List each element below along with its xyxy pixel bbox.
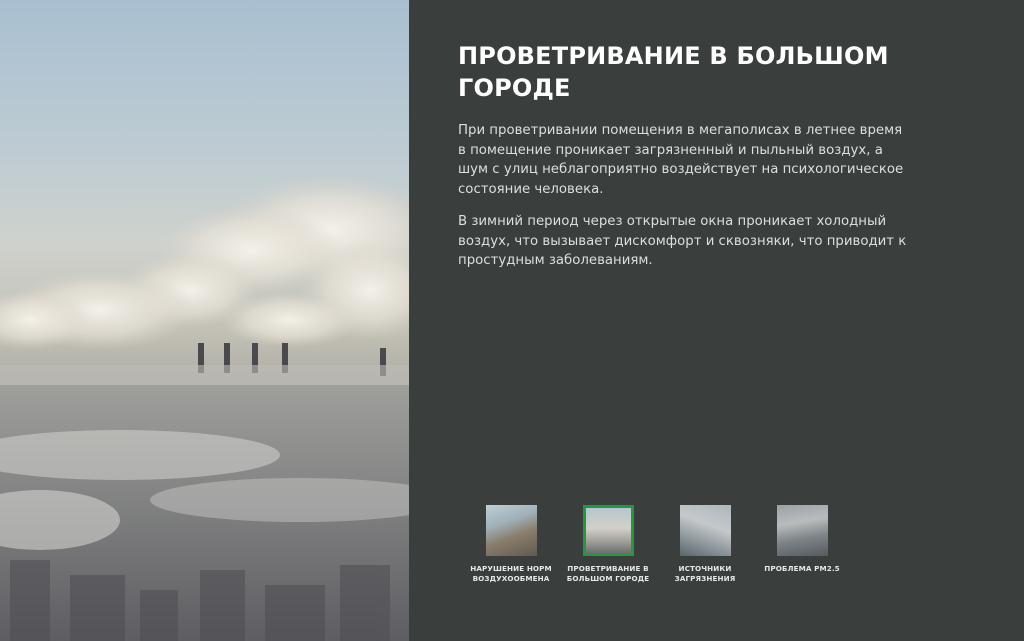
thumb-item-ventilation-city[interactable]: ПРОВЕТРИВАНИЕ В БОЛЬШОМ ГОРОДЕ [563, 505, 653, 583]
paragraph-summer: При проветривании помещения в мегаполиса… [458, 123, 904, 197]
thumbnail-image [679, 505, 731, 556]
city-smog-photo [0, 0, 409, 641]
thumb-item-air-exchange[interactable]: НАРУШЕНИЕ НОРМ ВОЗДУХООБМЕНА [466, 505, 556, 583]
thumbnail-image-active [582, 505, 634, 556]
thumb-label: ПРОБЛЕМА PM2.5 [764, 564, 840, 573]
city-smog-illustration [0, 175, 409, 641]
thumb-label: НАРУШЕНИЕ НОРМ ВОЗДУХООБМЕНА [470, 564, 552, 583]
content-panel: ПРОВЕТРИВАНИЕ В БОЛЬШОМ ГОРОДЕ При прове… [409, 0, 1024, 641]
thumbnail-navigation: НАРУШЕНИЕ НОРМ ВОЗДУХООБМЕНА ПРОВЕТРИВАН… [466, 505, 906, 605]
thumb-item-pollution-sources[interactable]: ИСТОЧНИКИ ЗАГРЯЗНЕНИЯ [660, 505, 750, 583]
thumb-label: ПРОВЕТРИВАНИЕ В БОЛЬШОМ ГОРОДЕ [566, 564, 650, 583]
page-title: ПРОВЕТРИВАНИЕ В БОЛЬШОМ ГОРОДЕ [458, 42, 889, 102]
thumb-item-pm25[interactable]: ПРОБЛЕМА PM2.5 [757, 505, 847, 574]
paragraph-winter: В зимний период через открытые окна прон… [458, 214, 907, 268]
thumbnail-image [776, 505, 828, 556]
thumbnail-image [485, 505, 537, 556]
thumb-label: ИСТОЧНИКИ ЗАГРЯЗНЕНИЯ [674, 564, 736, 583]
